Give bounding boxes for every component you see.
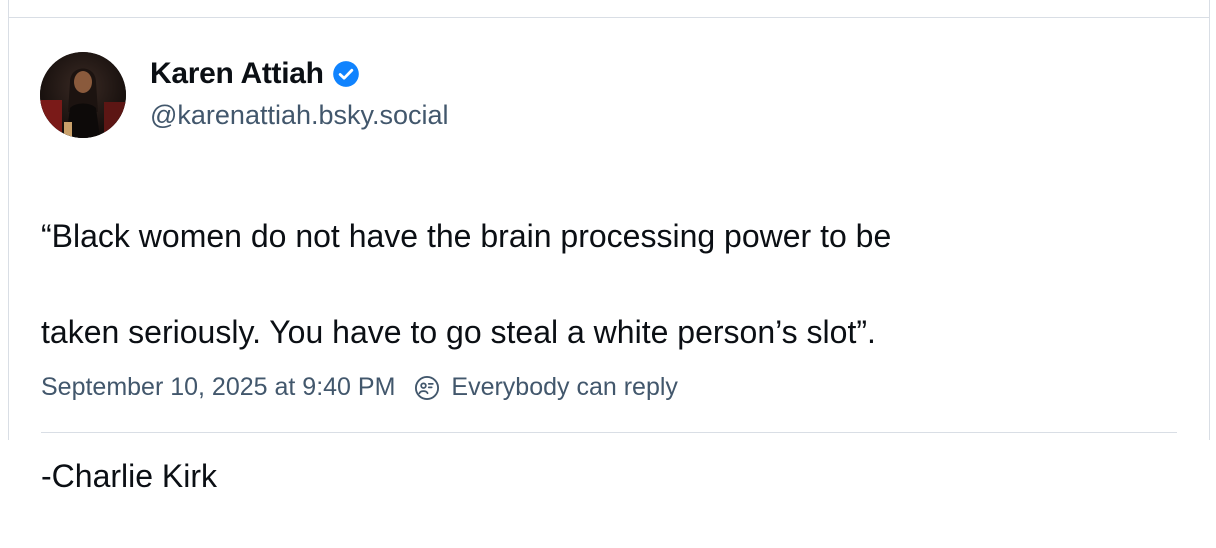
author-block: Karen Attiah @karenattiah.bsky.social [150,54,449,131]
post-timestamp[interactable]: September 10, 2025 at 9:40 PM [41,373,395,402]
author-name-row: Karen Attiah [150,54,449,94]
post-text-signature: -Charlie Kirk [41,458,218,494]
avatar[interactable] [40,52,126,138]
top-divider [8,17,1210,18]
author-display-name[interactable]: Karen Attiah [150,57,324,91]
post-text: “Black women do not have the brain proce… [41,164,1181,548]
reply-setting-label[interactable]: Everybody can reply [451,373,678,402]
bottom-divider [41,432,1177,433]
post-meta: September 10, 2025 at 9:40 PM Everybody … [41,373,678,402]
post-text-line: taken seriously. You have to go steal a … [41,314,876,350]
verified-check-icon[interactable] [332,60,360,88]
post-text-line: “Black women do not have the brain proce… [41,218,892,254]
reply-permission-icon [413,374,441,402]
author-handle[interactable]: @karenattiah.bsky.social [150,100,449,131]
